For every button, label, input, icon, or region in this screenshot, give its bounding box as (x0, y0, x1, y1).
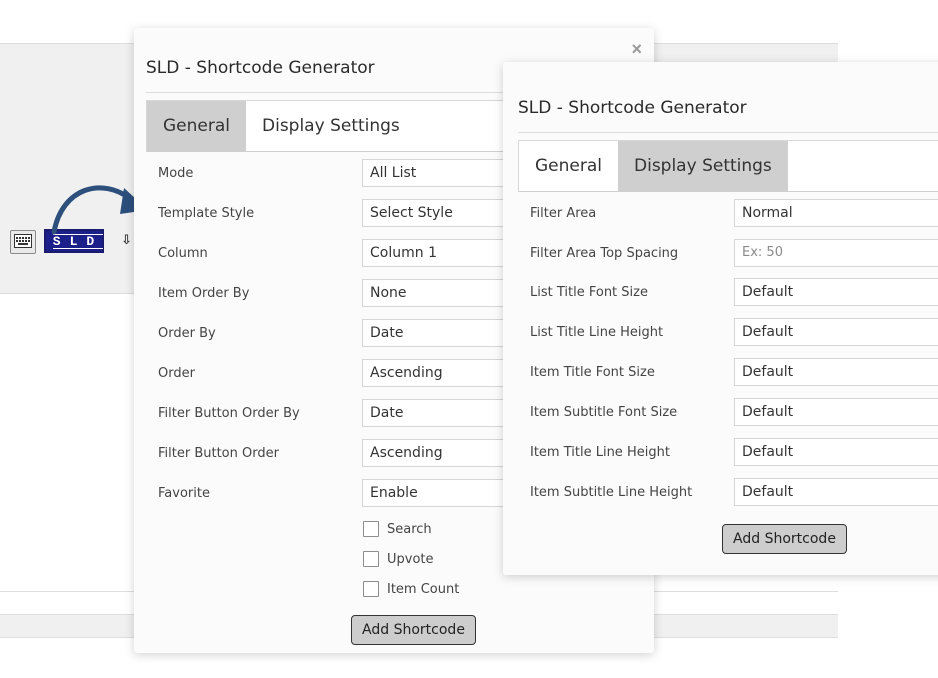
keyboard-icon[interactable] (10, 230, 36, 254)
field-label: Item Subtitle Font Size (530, 405, 678, 420)
item-subtitle-line-height-select[interactable]: Default (734, 478, 938, 506)
field-label: Column (158, 246, 208, 261)
form-row-item-subtitle-font-size: Item Subtitle Font Size Default (503, 398, 938, 428)
list-title-line-height-select[interactable]: Default (734, 318, 938, 346)
close-icon[interactable]: × (631, 40, 642, 58)
field-label: Item Title Line Height (530, 445, 670, 460)
field-label: Order (158, 366, 195, 381)
title-divider (518, 132, 938, 133)
field-label: List Title Line Height (530, 325, 664, 340)
item-count-checkbox[interactable] (363, 581, 379, 597)
add-shortcode-button[interactable]: Add Shortcode (351, 615, 476, 645)
tab-general[interactable]: General (519, 141, 618, 191)
list-title-font-size-select[interactable]: Default (734, 278, 938, 306)
checkbox-label: Search (387, 521, 432, 537)
tab-bar: General Display Settings (518, 140, 938, 192)
filter-area-top-spacing-input[interactable]: Ex: 50 (734, 239, 938, 267)
checkbox-row-item-count[interactable]: Item Count (363, 579, 459, 599)
search-checkbox[interactable] (363, 521, 379, 537)
field-label: Mode (158, 166, 194, 181)
tab-display-settings[interactable]: Display Settings (246, 101, 416, 151)
dialog-title: SLD - Shortcode Generator (518, 98, 747, 118)
item-title-line-height-select[interactable]: Default (734, 438, 938, 466)
checkbox-label: Item Count (387, 581, 460, 597)
checkbox-label: Upvote (387, 551, 434, 567)
form-row-item-subtitle-line-height: Item Subtitle Line Height Default (503, 478, 938, 508)
shortcode-generator-dialog-display-settings: SLD - Shortcode Generator General Displa… (503, 62, 938, 575)
tab-display-settings[interactable]: Display Settings (618, 141, 788, 191)
field-label: Filter Button Order (158, 446, 279, 461)
dialog-title: SLD - Shortcode Generator (146, 58, 375, 78)
field-label: Favorite (158, 486, 210, 501)
form-row-filter-area: Filter Area Normal (503, 199, 938, 229)
form-row-item-title-font-size: Item Title Font Size Default (503, 358, 938, 388)
field-label: Item Subtitle Line Height (530, 485, 693, 500)
item-title-font-size-select[interactable]: Default (734, 358, 938, 386)
form-row-filter-area-top-spacing: Filter Area Top Spacing Ex: 50 (503, 239, 938, 269)
tab-general[interactable]: General (147, 101, 246, 151)
field-label: List Title Font Size (530, 285, 648, 300)
form-row-list-title-line-height: List Title Line Height Default (503, 318, 938, 348)
filter-area-select[interactable]: Normal (734, 199, 938, 227)
checkbox-row-upvote[interactable]: Upvote (363, 549, 434, 569)
checkbox-row-search[interactable]: Search (363, 519, 432, 539)
field-label: Filter Area (530, 206, 597, 221)
field-label: Item Title Font Size (530, 365, 655, 380)
upvote-checkbox[interactable] (363, 551, 379, 567)
form-row-list-title-font-size: List Title Font Size Default (503, 278, 938, 308)
field-label: Filter Area Top Spacing (530, 246, 679, 261)
field-label: Item Order By (158, 286, 250, 301)
field-label: Filter Button Order By (158, 406, 300, 421)
field-label: Template Style (158, 206, 255, 221)
item-subtitle-font-size-select[interactable]: Default (734, 398, 938, 426)
add-shortcode-button[interactable]: Add Shortcode (722, 524, 847, 554)
form-row-item-title-line-height: Item Title Line Height Default (503, 438, 938, 468)
field-label: Order By (158, 326, 216, 341)
